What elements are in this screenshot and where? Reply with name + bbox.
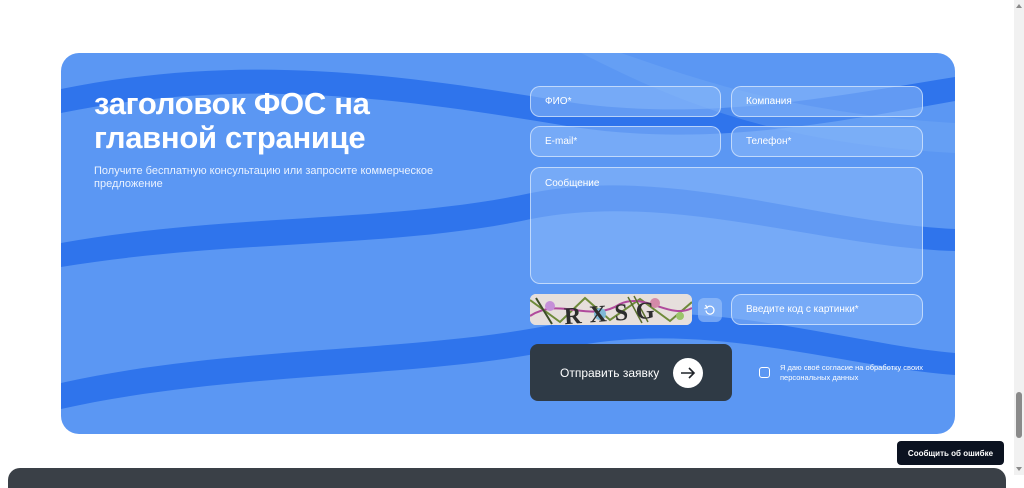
arrow-right-icon bbox=[673, 358, 703, 388]
captcha-refresh-button[interactable] bbox=[698, 298, 722, 322]
message-placeholder: Сообщение bbox=[545, 178, 600, 189]
consent-checkbox[interactable] bbox=[759, 367, 770, 378]
feedback-form-card: заголовок ФОС на главной странице Получи… bbox=[61, 53, 955, 434]
fio-placeholder: ФИО* bbox=[545, 96, 572, 107]
fio-field[interactable]: ФИО* bbox=[530, 86, 721, 117]
phone-field[interactable]: Телефон* bbox=[731, 126, 923, 157]
footer-bar bbox=[8, 468, 1006, 488]
company-field[interactable]: Компания bbox=[731, 86, 923, 117]
submit-label: Отправить заявку bbox=[560, 365, 660, 380]
email-field[interactable]: E-mail* bbox=[530, 126, 721, 157]
form-subtitle: Получите бесплатную консультацию или зап… bbox=[94, 165, 434, 190]
captcha-noise: RXSG bbox=[530, 294, 692, 325]
email-placeholder: E-mail* bbox=[545, 136, 578, 147]
phone-placeholder: Телефон* bbox=[746, 136, 792, 147]
scroll-down-arrow-icon[interactable] bbox=[1016, 467, 1022, 471]
message-field[interactable]: Сообщение bbox=[530, 167, 923, 284]
scrollbar[interactable] bbox=[1014, 0, 1024, 475]
refresh-icon bbox=[704, 304, 715, 315]
captcha-image: RXSG bbox=[530, 294, 692, 325]
scroll-up-arrow-icon[interactable] bbox=[1016, 4, 1022, 8]
scroll-thumb[interactable] bbox=[1016, 392, 1022, 438]
captcha-code-field[interactable]: Введите код с картинки* bbox=[731, 294, 923, 325]
submit-button[interactable]: Отправить заявку bbox=[530, 344, 732, 401]
company-placeholder: Компания bbox=[746, 96, 792, 107]
consent-label: Я даю своё согласие на обработку своих п… bbox=[780, 363, 924, 382]
report-error-button[interactable]: Сообщить об ошибке bbox=[897, 441, 1004, 465]
form-title: заголовок ФОС на главной странице bbox=[94, 86, 370, 155]
captcha-code-placeholder: Введите код с картинки* bbox=[746, 304, 859, 315]
